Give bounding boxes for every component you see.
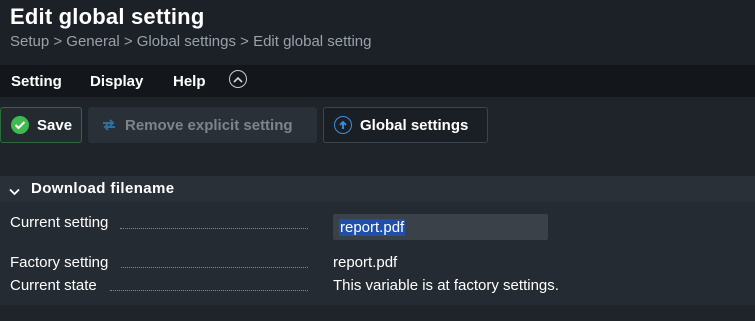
menu-display[interactable]: Display xyxy=(90,73,143,90)
global-settings-button[interactable]: Global settings xyxy=(323,107,488,143)
remove-explicit-setting-button[interactable]: Remove explicit setting xyxy=(88,107,317,143)
current-setting-value: report.pdf xyxy=(339,218,406,236)
menu-setting[interactable]: Setting xyxy=(11,73,62,90)
breadcrumb[interactable]: Setup > General > Global settings > Edit… xyxy=(10,33,371,50)
menu-help[interactable]: Help xyxy=(173,73,206,90)
factory-setting-value: report.pdf xyxy=(333,254,398,271)
refresh-icon xyxy=(101,117,117,133)
global-settings-button-label: Global settings xyxy=(360,116,469,134)
dotted-leader xyxy=(121,267,308,268)
collapse-menu-button[interactable] xyxy=(229,70,247,88)
current-setting-input[interactable]: report.pdf xyxy=(333,214,548,240)
section-header-download-filename[interactable]: Download filename xyxy=(0,176,755,202)
arrow-up-circle-icon xyxy=(334,116,352,134)
current-state-value: This variable is at factory settings. xyxy=(333,277,559,294)
section-title: Download filename xyxy=(31,180,175,197)
dotted-leader xyxy=(110,290,308,291)
factory-setting-label: Factory setting xyxy=(10,254,109,271)
chevron-down-icon xyxy=(9,183,20,201)
title-bar: Edit global setting Setup > General > Gl… xyxy=(0,0,755,65)
remove-button-label: Remove explicit setting xyxy=(125,116,293,134)
dotted-leader xyxy=(120,228,308,229)
checkmark-icon xyxy=(11,116,29,134)
save-button-label: Save xyxy=(37,116,73,134)
save-button[interactable]: Save xyxy=(0,107,82,143)
current-setting-label: Current setting xyxy=(10,214,109,231)
menu-bar: Setting Display Help xyxy=(0,65,755,97)
page-title: Edit global setting xyxy=(10,4,205,29)
current-state-label: Current state xyxy=(10,277,97,294)
chevron-up-icon xyxy=(233,76,243,83)
